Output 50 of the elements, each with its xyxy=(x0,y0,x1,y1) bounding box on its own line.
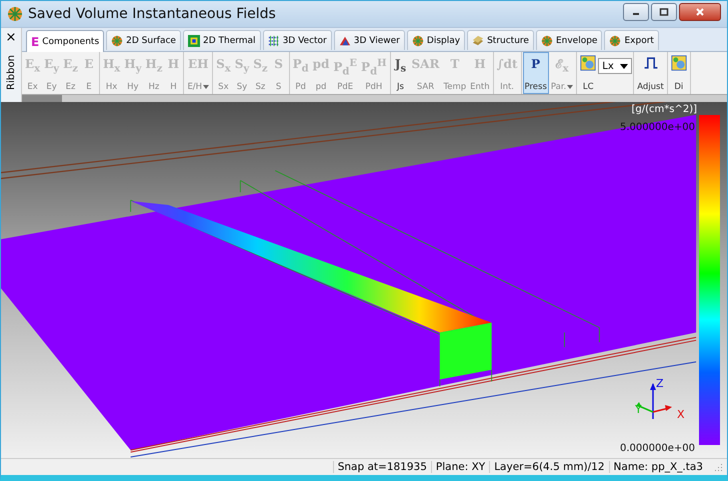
minimize-button[interactable] xyxy=(623,3,649,21)
z-axis-label: Z xyxy=(656,377,664,390)
layers-icon xyxy=(472,34,484,46)
ribbon-tab[interactable]: 2D Surface xyxy=(106,30,181,50)
ribbon-tool-button[interactable]: J$_{s}$ Js xyxy=(392,52,410,94)
picture-icon xyxy=(580,55,596,71)
cube-icon xyxy=(338,34,351,46)
window-title: Saved Volume Instantaneous Fields xyxy=(28,6,277,22)
sphere-icon xyxy=(540,34,553,46)
status-item: Name: pp_X_.ta3 xyxy=(608,461,707,473)
status-item: Layer=6(4.5 mm)/12 xyxy=(489,461,609,473)
ribbon-tab[interactable]: 2D Thermal xyxy=(182,30,261,50)
close-ribbon-button[interactable]: × xyxy=(6,28,16,47)
ribbon-tool-button[interactable]: Di xyxy=(668,52,689,94)
caret-icon xyxy=(567,85,574,89)
ribbon-tab[interactable]: Display xyxy=(406,30,466,50)
maximize-button[interactable] xyxy=(651,3,677,21)
close-button[interactable] xyxy=(679,3,721,21)
ribbon-tab[interactable]: Structure xyxy=(467,30,534,50)
close-icon xyxy=(695,7,705,17)
ribbon-tab[interactable]: 3D Vector xyxy=(262,30,332,50)
heatmap-icon xyxy=(188,34,200,46)
caret-icon xyxy=(203,85,210,89)
status-item: Snap at=181935 xyxy=(332,461,431,473)
picture-icon xyxy=(670,55,687,71)
ribbon-tab[interactable]: 3D Viewer xyxy=(334,30,405,50)
layer-dropdown[interactable]: Lx xyxy=(598,58,632,74)
ribbon-tab[interactable]: Export xyxy=(604,30,659,50)
letter-icon: E xyxy=(31,34,40,48)
ribbon-scrollbar[interactable] xyxy=(22,94,727,102)
ribbon-tool-button[interactable]: LC xyxy=(578,52,598,94)
sphere-icon xyxy=(412,34,424,46)
arrows-icon xyxy=(268,34,280,46)
ribbon-tool-button[interactable]: Adjust xyxy=(635,52,666,94)
globe-icon xyxy=(7,6,23,22)
sphere-icon xyxy=(111,34,124,46)
unit-label: [g/(cm*s^2)] xyxy=(631,104,697,115)
sphere-icon xyxy=(609,34,622,46)
ribbon-tab[interactable]: E Components xyxy=(26,30,104,52)
x-axis-label: X xyxy=(677,408,685,421)
ribbon-tab[interactable]: Envelope xyxy=(536,30,602,50)
maximize-icon xyxy=(659,7,669,17)
status-item: Plane: XY xyxy=(430,461,490,473)
pulse-icon xyxy=(642,55,659,71)
max-value-label: 5.000000e+00 xyxy=(620,122,695,133)
resize-grip-icon[interactable] xyxy=(713,462,723,472)
min-value-label: 0.000000e+00 xyxy=(620,443,695,454)
ribbon-label: Ribbon xyxy=(6,55,16,90)
ribbon-tool-button[interactable]: P Press xyxy=(522,52,549,94)
caret-icon xyxy=(620,64,628,68)
